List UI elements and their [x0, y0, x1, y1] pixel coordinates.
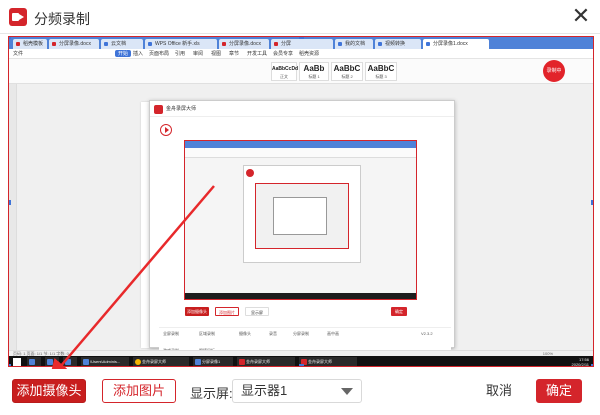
style-heading3: AaBbC 标题 3: [365, 62, 397, 81]
nested-logo-icon: [246, 169, 254, 177]
taskbar-clock: 17:56 2020/2/11: [571, 357, 590, 367]
nested-mode-item: 录音: [269, 331, 277, 336]
style-sample: AaBbCcDd: [272, 66, 299, 72]
nested-mode-item: 区域录制: [199, 331, 215, 336]
wps-menu-item: 插入: [133, 51, 144, 57]
chevron-down-icon: [341, 388, 353, 395]
style-sample: AaBbC: [367, 64, 395, 73]
wps-ribbon: AaBbCcDd 正文 AaBb 标题 1 AaBbC 标题 2 AaBbC 标题 3 …: [9, 59, 593, 84]
nested-ribbon: [185, 148, 416, 158]
vertical-ruler: [9, 84, 17, 350]
screen-label: 显示屏:: [190, 386, 233, 401]
add-image-button[interactable]: 添加图片: [102, 379, 176, 403]
nested-tab-bar: [185, 141, 416, 148]
confirm-button[interactable]: 确定: [536, 379, 582, 403]
nested-add-camera: 添加摄像头: [185, 307, 209, 316]
app-logo-icon: [9, 8, 27, 26]
taskbar-item: 金舟录屏大师: [133, 357, 189, 366]
resize-handle[interactable]: [9, 200, 11, 205]
wps-menu-start: 开始: [115, 50, 132, 57]
style-heading2: AaBbC 标题 2: [331, 62, 363, 81]
resize-handle[interactable]: [9, 37, 11, 39]
screen-select-value: 显示器1: [241, 383, 288, 398]
nested-record-icon: [160, 124, 172, 136]
wps-menu-item: 开发工具: [247, 51, 268, 57]
cancel-button[interactable]: 取消: [475, 379, 523, 403]
style-caption: 标题 1: [308, 74, 320, 79]
wps-menu-item: 审阅: [193, 51, 204, 57]
wps-tab: 云文档: [101, 39, 143, 49]
wps-tab-active: 分屏录像1.docx: [423, 39, 489, 49]
add-camera-button[interactable]: 添加摄像头: [12, 379, 86, 403]
windows-start-icon: [13, 358, 21, 366]
wps-menu-item: 稻壳资源: [299, 51, 320, 57]
taskbar-item: 金舟录屏大师: [237, 357, 295, 366]
nested-add-image: 添加图片: [215, 307, 239, 316]
resize-handle[interactable]: [591, 364, 593, 366]
resize-handle[interactable]: [299, 364, 304, 366]
style-sample: AaBbC: [333, 64, 361, 73]
wps-tab: 分屏录像.docx: [49, 39, 99, 49]
style-caption: 标题 2: [341, 74, 353, 79]
nested-mode-item: 分屏录制: [293, 331, 309, 336]
style-normal: AaBbCcDd 正文: [271, 62, 299, 81]
taskbar-item: [63, 357, 77, 366]
taskbar-item: [27, 357, 41, 366]
taskbar-item: \Users\Adminis...: [81, 357, 129, 366]
taskbar-item: [45, 357, 59, 366]
resize-handle[interactable]: [591, 200, 593, 205]
wps-menu-item: 章节: [229, 51, 240, 57]
style-heading1: AaBb 标题 1: [299, 62, 329, 81]
nested-mode-item: 画中画: [327, 331, 339, 336]
nested-version: V2.3.2: [421, 331, 433, 336]
style-sample: AaBb: [303, 64, 325, 73]
wps-tab: 视频转换: [375, 39, 421, 49]
screen-select[interactable]: 显示器1: [232, 379, 362, 403]
title-bar: 分频录制 ✕: [0, 0, 600, 34]
window-title: 分频录制: [34, 11, 90, 27]
resize-handle[interactable]: [299, 37, 304, 39]
resize-handle[interactable]: [9, 364, 11, 366]
clock-date: 2020/2/11: [571, 362, 590, 367]
style-caption: 标题 3: [375, 74, 387, 79]
wps-tab: 分屏: [271, 39, 333, 49]
wps-menu-file: 文件: [13, 51, 24, 57]
nested-screen-select: 显示屏: [245, 307, 269, 316]
nested-taskbar: [185, 293, 416, 299]
wps-menu-bar: 文件 开始 插入 页面布局 引用 审阅 视图 章节 开发工具 会员专享 稻壳资源: [9, 49, 593, 59]
nested-mode-item: 摄像头: [239, 331, 251, 336]
nested-mode-item: 全屏录制: [163, 331, 179, 336]
nested-confirm: 确定: [391, 307, 407, 316]
wps-tab: WPS Office 新手.xls: [145, 39, 217, 49]
screen-preview: 稻壳模板 分屏录像.docx 云文档 WPS Office 新手.xls 分屏录…: [8, 36, 594, 367]
taskbar-item: 金舟录屏大师: [299, 357, 357, 366]
action-bar: 添加摄像头 添加图片 显示屏: 显示器1 取消 确定: [0, 369, 600, 415]
nested-title-bar: 金舟录屏大师: [150, 101, 454, 117]
wps-menu-item: 页面布局: [149, 51, 170, 57]
nested-preview-frame: [184, 140, 417, 300]
resize-handle[interactable]: [591, 37, 593, 39]
wps-menu-item: 会员专享: [273, 51, 294, 57]
wps-tab: 分屏录像.docx: [219, 39, 269, 49]
wps-tab: 稻壳模板: [13, 39, 47, 49]
nested-window-4: [273, 197, 327, 235]
wps-tab: 我的文档: [335, 39, 373, 49]
close-button[interactable]: ✕: [570, 5, 592, 28]
nested-title: 金舟录屏大师: [166, 106, 197, 112]
recording-indicator: 录制中: [543, 60, 565, 82]
wps-menu-item: 引用: [175, 51, 186, 57]
nested-app-logo-icon: [154, 105, 163, 114]
style-caption: 正文: [280, 74, 288, 79]
taskbar-item: 分屏录像1: [193, 357, 233, 366]
wps-menu-item: 视图: [211, 51, 222, 57]
